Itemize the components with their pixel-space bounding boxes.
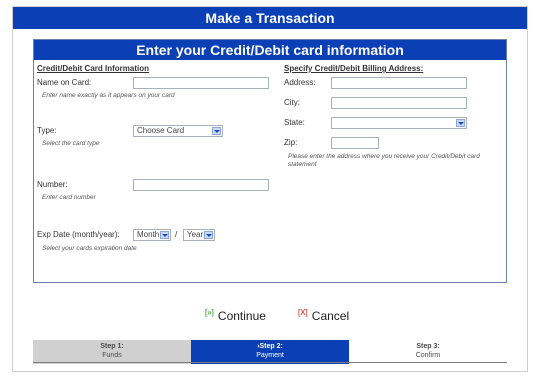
- step-number: Step 3:: [416, 343, 440, 350]
- transaction-window: Make a Transaction Enter your Credit/Deb…: [12, 6, 528, 372]
- step-confirm: Step 3: Confirm: [349, 340, 507, 364]
- continue-label: Continue: [217, 309, 266, 323]
- chevron-down-icon: [160, 231, 169, 239]
- card-type-select[interactable]: Choose Card: [133, 125, 223, 137]
- chevron-down-icon: [212, 127, 221, 135]
- city-label: City:: [284, 98, 300, 107]
- card-type-label: Type:: [37, 126, 57, 135]
- step-progress-bar: Step 1: Funds ›Step 2: Payment Step 3: C…: [33, 340, 507, 364]
- step-number: ›Step 2:: [257, 343, 283, 350]
- panel-title: Enter your Credit/Debit card information: [34, 40, 506, 60]
- state-select[interactable]: [331, 117, 467, 129]
- step-number: Step 1:: [100, 343, 124, 350]
- exp-year-select-value: Year: [187, 230, 204, 239]
- name-on-card-label: Name on Card:: [37, 78, 92, 87]
- address-input[interactable]: [331, 77, 467, 89]
- card-type-select-value: Choose Card: [137, 126, 185, 135]
- step-name: Payment: [256, 352, 284, 359]
- billing-address-hint: Please enter the address where you recei…: [288, 153, 480, 168]
- card-number-input[interactable]: [133, 179, 269, 191]
- card-info-panel: Enter your Credit/Debit card information…: [33, 39, 507, 283]
- card-info-section-title: Credit/Debit Card Information: [37, 64, 150, 73]
- card-type-hint: Select the card type: [42, 140, 100, 147]
- state-label: State:: [284, 118, 305, 127]
- step-divider: [33, 362, 507, 363]
- exp-date-separator: /: [175, 230, 178, 239]
- exp-month-select[interactable]: Month: [133, 229, 171, 241]
- cancel-label: Cancel: [311, 309, 350, 323]
- card-number-hint: Enter card number: [42, 194, 96, 201]
- window-title: Make a Transaction: [13, 7, 527, 29]
- billing-section-title: Specify Credit/Debit Billing Address:: [284, 64, 424, 73]
- continue-arrow-icon: [»]: [205, 308, 214, 317]
- zip-label: Zip:: [284, 138, 298, 147]
- step-name: Funds: [102, 352, 122, 359]
- exp-date-hint: Select your cards expiration date: [42, 245, 137, 252]
- exp-month-select-value: Month: [137, 230, 160, 239]
- step-payment: ›Step 2: Payment: [191, 340, 349, 364]
- city-input[interactable]: [331, 97, 467, 109]
- exp-date-label: Exp Date (month/year):: [37, 230, 120, 239]
- address-label: Address:: [284, 78, 316, 87]
- zip-input[interactable]: [331, 137, 379, 149]
- step-funds: Step 1: Funds: [33, 340, 191, 364]
- cancel-button[interactable]: [X] Cancel: [298, 308, 349, 323]
- step-name: Confirm: [415, 352, 441, 359]
- continue-button[interactable]: [»] Continue: [205, 308, 266, 323]
- chevron-down-icon: [456, 119, 465, 127]
- chevron-down-icon: [204, 231, 213, 239]
- name-on-card-hint: Enter name exactly as it appears on your…: [42, 92, 175, 99]
- name-on-card-input[interactable]: [133, 77, 269, 89]
- card-number-label: Number:: [37, 180, 68, 189]
- exp-year-select[interactable]: Year: [183, 229, 215, 241]
- cancel-x-icon: [X]: [298, 308, 308, 317]
